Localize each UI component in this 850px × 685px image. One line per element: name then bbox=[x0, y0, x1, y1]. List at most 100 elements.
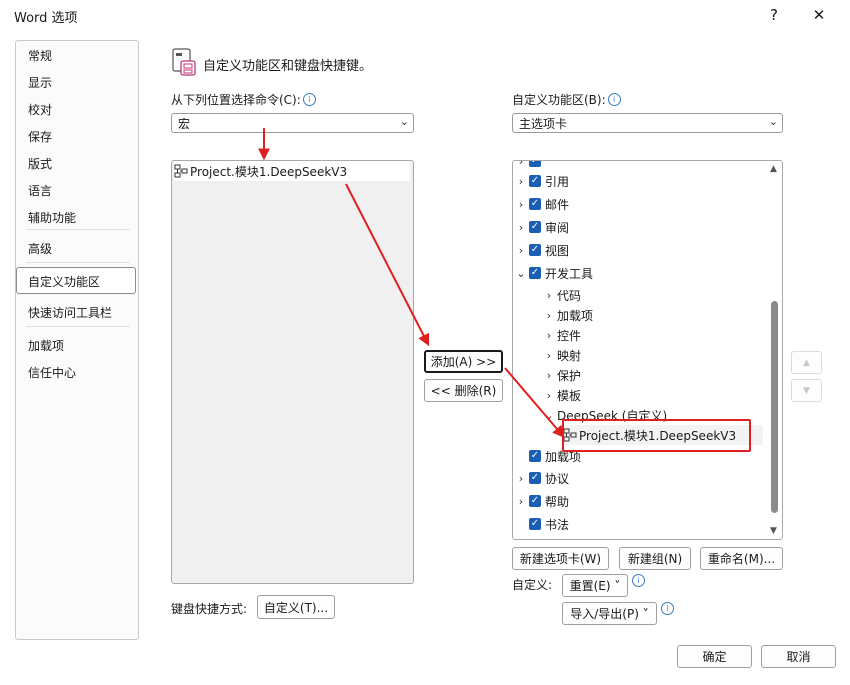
chevron-down-icon[interactable]: ⌄ bbox=[543, 409, 555, 422]
info-icon: i bbox=[302, 93, 316, 106]
tree-item[interactable]: ✓ 书法 bbox=[515, 514, 569, 534]
checkbox[interactable]: ✓ bbox=[529, 175, 541, 187]
macro-icon bbox=[174, 164, 188, 178]
chevron-right-icon[interactable]: › bbox=[543, 369, 555, 382]
cancel-button[interactable]: 取消 bbox=[761, 645, 836, 668]
tree-item-label: 协议 bbox=[545, 471, 570, 486]
scroll-up-icon[interactable]: ▲ bbox=[770, 164, 777, 174]
chevron-right-icon: › bbox=[518, 160, 524, 168]
add-button[interactable]: 添加(A) >> bbox=[424, 350, 503, 373]
page-heading: 自定义功能区和键盘快捷键。 bbox=[203, 59, 373, 74]
tree-item-label: 加载项 bbox=[557, 308, 594, 323]
chevron-right-icon[interactable]: › bbox=[515, 244, 527, 257]
nav-item-addins[interactable]: 加载项 bbox=[28, 337, 64, 354]
checkbox[interactable]: ✓ bbox=[529, 495, 541, 507]
chevron-right-icon[interactable]: › bbox=[515, 175, 527, 188]
chevron-down-icon[interactable]: ⌄ bbox=[515, 267, 527, 280]
help-button[interactable]: ? bbox=[752, 0, 796, 30]
tree-item-label: 帮助 bbox=[545, 494, 570, 509]
nav-item-quick-access[interactable]: 快速访问工具栏 bbox=[28, 304, 112, 321]
chevron-right-icon[interactable]: › bbox=[543, 329, 555, 342]
nav-item-general[interactable]: 常规 bbox=[28, 47, 52, 64]
tree-item[interactable]: › 加载项 bbox=[543, 305, 593, 325]
chevron-right-icon[interactable]: › bbox=[515, 198, 527, 211]
tree-item-label: 视图 bbox=[545, 243, 570, 258]
ribbon-tree[interactable]: › ✓ › ✓ 引用 › ✓ 邮件 › ✓ 审阅 › ✓ 视图 ⌄ ✓ 开发工具 › 代码 › 加载项 › 控件 › 映射 › 保… bbox=[512, 160, 783, 540]
tree-item[interactable]: › ✓ 审阅 bbox=[515, 217, 569, 237]
tree-item-label: 引用 bbox=[545, 174, 570, 189]
choose-commands-label: 从下列位置选择命令(C): i bbox=[171, 91, 316, 108]
nav-item-layout[interactable]: 版式 bbox=[28, 155, 52, 172]
nav-divider bbox=[26, 229, 130, 230]
choose-commands-label-text: 从下列位置选择命令(C): bbox=[171, 93, 301, 107]
nav-item-customize-ribbon[interactable]: 自定义功能区 bbox=[28, 273, 100, 290]
tree-scrollbar[interactable]: ▲ ▼ bbox=[768, 161, 782, 539]
window-title: Word 选项 bbox=[14, 11, 78, 26]
choose-commands-dropdown[interactable]: 宏 ⌄ bbox=[171, 113, 414, 133]
scrollbar-thumb[interactable] bbox=[771, 301, 778, 513]
nav-divider bbox=[26, 326, 130, 327]
nav-item-proofing[interactable]: 校对 bbox=[28, 101, 52, 118]
chevron-right-icon[interactable]: › bbox=[543, 289, 555, 302]
scroll-down-icon[interactable]: ▼ bbox=[770, 526, 777, 536]
info-icon: i bbox=[632, 574, 645, 587]
highlight-annotation-box bbox=[562, 419, 751, 452]
keyboard-customize-button[interactable]: 自定义(T)... bbox=[257, 595, 335, 619]
chevron-right-icon[interactable]: › bbox=[515, 472, 527, 485]
chevron-right-icon[interactable]: › bbox=[543, 349, 555, 362]
tree-item[interactable]: › ✓ 帮助 bbox=[515, 491, 569, 511]
tree-item[interactable]: › ✓ 邮件 bbox=[515, 194, 569, 214]
tree-item[interactable]: › 控件 bbox=[543, 325, 581, 345]
tree-item[interactable]: › ✓ 引用 bbox=[515, 171, 569, 191]
tree-item-label: 开发工具 bbox=[545, 266, 594, 281]
remove-button[interactable]: << 删除(R) bbox=[424, 379, 503, 402]
checkbox[interactable]: ✓ bbox=[529, 450, 541, 462]
customize-ribbon-icon bbox=[172, 48, 196, 76]
nav-item-save[interactable]: 保存 bbox=[28, 128, 52, 145]
tree-item-label: 审阅 bbox=[545, 220, 570, 235]
ok-button[interactable]: 确定 bbox=[677, 645, 752, 668]
checkbox[interactable]: ✓ bbox=[529, 244, 541, 256]
tree-item[interactable]: › 代码 bbox=[543, 285, 581, 305]
new-group-button[interactable]: 新建组(N) bbox=[619, 547, 691, 570]
list-item-label: Project.模块1.DeepSeekV3 bbox=[190, 164, 348, 179]
tree-item[interactable]: › 模板 bbox=[543, 385, 581, 405]
rename-button[interactable]: 重命名(M)... bbox=[700, 547, 783, 570]
nav-item-language[interactable]: 语言 bbox=[28, 182, 52, 199]
tree-item[interactable]: › 映射 bbox=[543, 345, 581, 365]
tree-item[interactable]: › 保护 bbox=[543, 365, 581, 385]
new-tab-button[interactable]: 新建选项卡(W) bbox=[512, 547, 609, 570]
checkbox[interactable]: ✓ bbox=[529, 472, 541, 484]
list-item[interactable]: Project.模块1.DeepSeekV3 bbox=[174, 161, 410, 181]
tree-item[interactable]: ⌄ ✓ 开发工具 bbox=[515, 263, 593, 283]
checkbox[interactable]: ✓ bbox=[529, 267, 541, 279]
ribbon-tabs-value: 主选项卡 bbox=[519, 116, 568, 131]
checkbox[interactable]: ✓ bbox=[529, 221, 541, 233]
tree-item-partial: › ✓ bbox=[515, 160, 545, 171]
nav-item-advanced[interactable]: 高级 bbox=[28, 240, 52, 257]
customizations-label: 自定义: bbox=[512, 578, 553, 592]
info-icon: i bbox=[607, 93, 621, 106]
tree-item-label: 模板 bbox=[557, 388, 582, 403]
chevron-right-icon[interactable]: › bbox=[515, 495, 527, 508]
move-down-button[interactable]: ▼ bbox=[791, 379, 822, 402]
chevron-right-icon[interactable]: › bbox=[543, 389, 555, 402]
ribbon-tabs-dropdown[interactable]: 主选项卡 ⌄ bbox=[512, 113, 783, 133]
close-button[interactable]: ✕ bbox=[797, 0, 841, 30]
import-export-button[interactable]: 导入/导出(P) ˅ bbox=[562, 602, 657, 625]
checkbox[interactable]: ✓ bbox=[529, 518, 541, 530]
chevron-down-icon: ⌄ bbox=[399, 115, 409, 128]
commands-list[interactable]: Project.模块1.DeepSeekV3 bbox=[171, 160, 414, 584]
nav-item-trust-center[interactable]: 信任中心 bbox=[28, 364, 76, 381]
move-up-button[interactable]: ▲ bbox=[791, 351, 822, 374]
nav-item-display[interactable]: 显示 bbox=[28, 74, 52, 91]
reset-dropdown-button[interactable]: 重置(E) ˅ bbox=[562, 574, 628, 597]
chevron-right-icon[interactable]: › bbox=[543, 309, 555, 322]
tree-item[interactable]: › ✓ 视图 bbox=[515, 240, 569, 260]
tree-item[interactable]: › ✓ 协议 bbox=[515, 468, 569, 488]
tree-item-label: 控件 bbox=[557, 328, 582, 343]
nav-item-accessibility[interactable]: 辅助功能 bbox=[28, 209, 76, 226]
chevron-right-icon[interactable]: › bbox=[515, 221, 527, 234]
checkbox[interactable]: ✓ bbox=[529, 198, 541, 210]
checkbox[interactable]: ✓ bbox=[529, 161, 541, 167]
